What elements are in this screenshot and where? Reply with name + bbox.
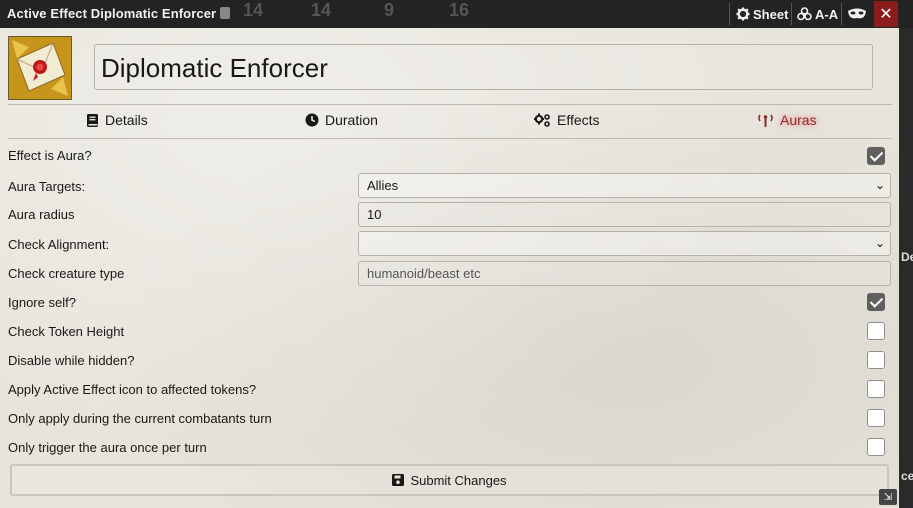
check-alignment-select[interactable]: ⌄ xyxy=(358,231,891,256)
background-text: De xyxy=(901,250,913,264)
aura-targets-value: Allies xyxy=(367,178,399,193)
effect-config-sheet: Diplomatic Enforcer Details Duration Eff… xyxy=(0,28,899,508)
effect-image[interactable] xyxy=(8,36,72,100)
save-icon xyxy=(392,474,405,486)
resize-icon: ⇲ xyxy=(883,491,893,503)
background-number: 9 xyxy=(384,0,395,20)
biohazard-icon xyxy=(797,7,812,21)
tab-effects[interactable]: Effects xyxy=(534,112,600,128)
once-per-turn-checkbox[interactable] xyxy=(867,438,885,456)
submit-button-label: Submit Changes xyxy=(410,472,507,488)
disable-while-hidden-label: Disable while hidden? xyxy=(8,353,135,368)
current-turn-only-checkbox[interactable] xyxy=(867,409,885,427)
book-icon xyxy=(87,113,98,127)
background-number: 16 xyxy=(449,0,470,20)
clock-icon xyxy=(305,113,319,127)
check-token-height-checkbox[interactable] xyxy=(867,322,885,340)
window-title: Active Effect Diplomatic Enforcer xyxy=(7,6,231,21)
sealed-letter-icon xyxy=(9,37,71,99)
resize-handle[interactable]: ⇲ xyxy=(879,489,897,505)
tab-duration-label: Duration xyxy=(325,112,378,128)
ignore-self-checkbox[interactable] xyxy=(867,293,885,311)
chevron-down-icon: ⌄ xyxy=(874,178,885,192)
accessibility-button-label: A-A xyxy=(815,6,839,22)
current-turn-only-label: Only apply during the current combatants… xyxy=(8,411,272,426)
mask-icon xyxy=(848,8,866,19)
effect-name-input[interactable]: Diplomatic Enforcer xyxy=(94,44,873,90)
ignore-self-label: Ignore self? xyxy=(8,295,76,310)
effect-is-aura-checkbox[interactable] xyxy=(867,147,885,165)
tab-details-label: Details xyxy=(105,112,148,128)
close-icon: ✕ xyxy=(879,6,893,23)
aura-targets-select[interactable]: Allies ⌄ xyxy=(358,173,891,198)
sheet-button[interactable]: Sheet xyxy=(736,3,788,25)
aura-radius-label: Aura radius xyxy=(8,207,75,222)
background-text: ces xyxy=(901,469,913,483)
gears-icon xyxy=(534,113,550,127)
tab-duration[interactable]: Duration xyxy=(305,112,378,128)
gear-icon xyxy=(736,7,750,21)
aura-radius-input[interactable]: 10 xyxy=(358,202,891,227)
accessibility-button[interactable]: A-A xyxy=(797,3,838,25)
check-alignment-label: Check Alignment: xyxy=(8,237,110,252)
window-header[interactable]: 14 14 9 16 Active Effect Diplomatic Enfo… xyxy=(0,0,913,28)
once-per-turn-label: Only trigger the aura once per turn xyxy=(8,440,207,455)
broadcast-tower-icon xyxy=(758,114,773,127)
background-number: 14 xyxy=(243,0,264,20)
apply-icon-checkbox[interactable] xyxy=(867,380,885,398)
disable-while-hidden-checkbox[interactable] xyxy=(867,351,885,369)
check-token-height-label: Check Token Height xyxy=(8,324,125,339)
check-creature-type-label: Check creature type xyxy=(8,266,125,281)
chevron-down-icon: ⌄ xyxy=(874,236,885,250)
tab-auras-label: Auras xyxy=(780,112,817,128)
submit-button[interactable]: Submit Changes xyxy=(10,464,889,496)
mask-button[interactable] xyxy=(847,3,867,25)
effect-is-aura-label: Effect is Aura? xyxy=(8,148,92,163)
window-title-text: Active Effect Diplomatic Enforcer xyxy=(7,6,217,21)
check-creature-type-input[interactable]: humanoid/beast etc xyxy=(358,261,891,286)
background-number: 14 xyxy=(311,0,332,20)
apply-icon-label: Apply Active Effect icon to affected tok… xyxy=(8,382,257,397)
close-button[interactable]: ✕ xyxy=(874,1,898,27)
tab-details[interactable]: Details xyxy=(87,112,148,128)
tab-auras[interactable]: Auras xyxy=(757,112,817,128)
tab-effects-label: Effects xyxy=(557,112,600,128)
aura-targets-label: Aura Targets: xyxy=(8,179,86,194)
background-canvas: De ces xyxy=(899,28,913,508)
sheet-button-label: Sheet xyxy=(753,6,789,22)
document-id-icon[interactable] xyxy=(220,7,231,19)
